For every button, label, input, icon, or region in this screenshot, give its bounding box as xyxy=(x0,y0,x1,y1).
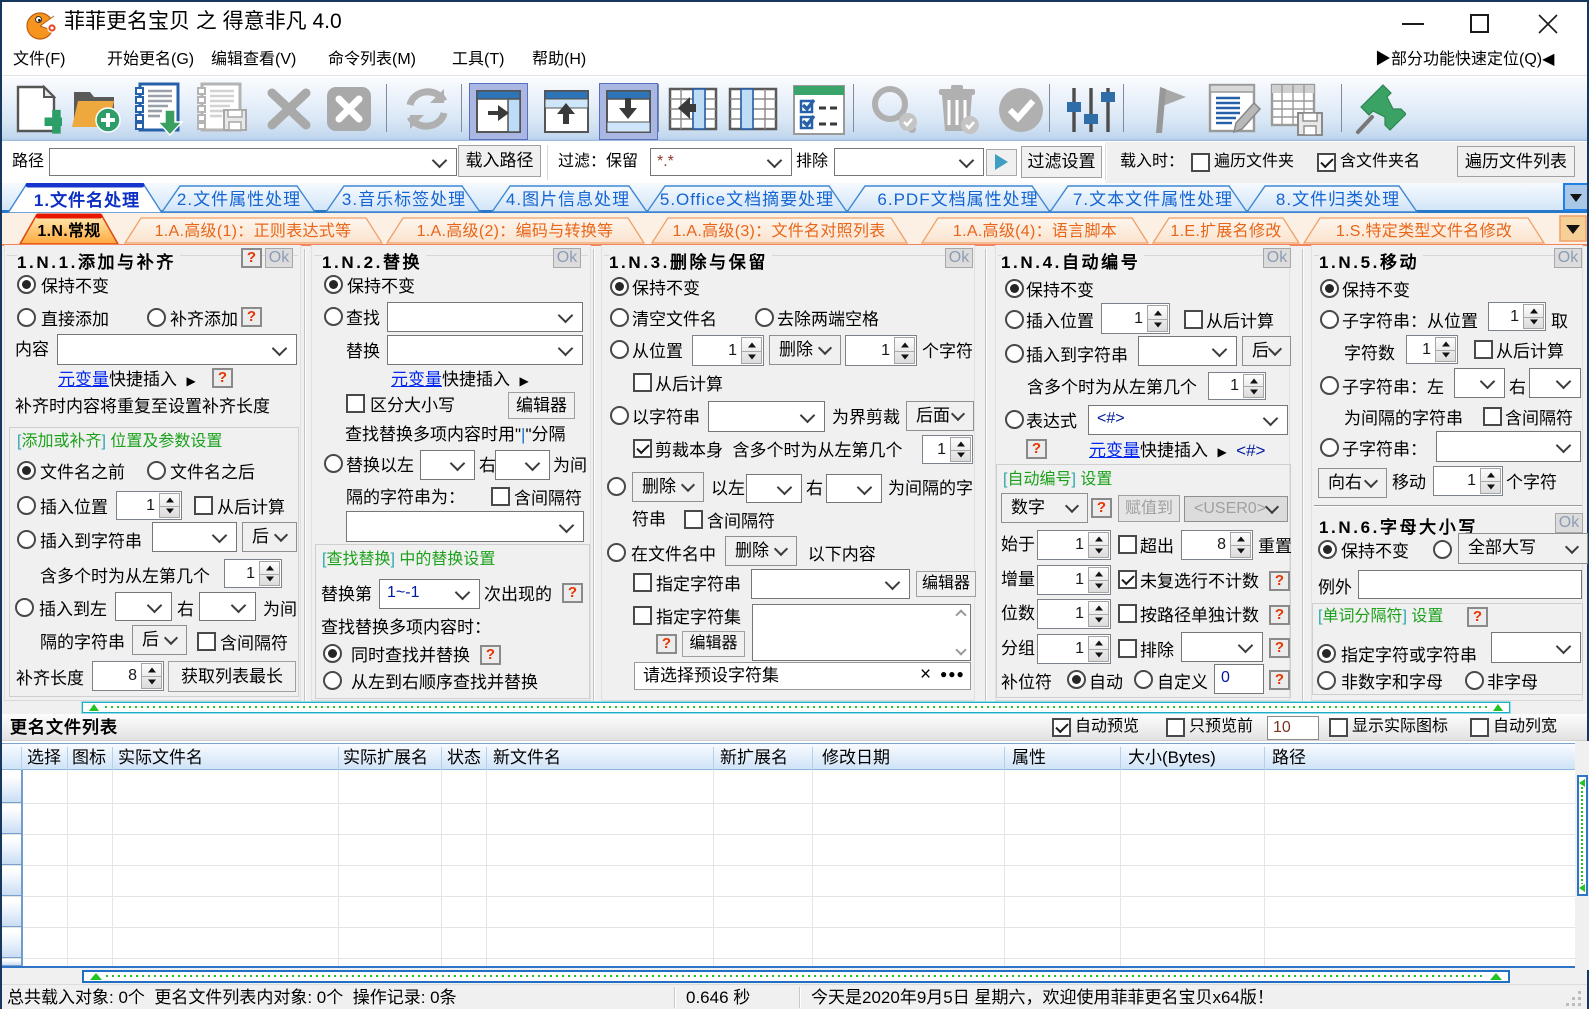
svg-text:1.A.高级(2)：编码与转换等: 1.A.高级(2)：编码与转换等 xyxy=(417,222,614,240)
svg-text:3.音乐标签处理: 3.音乐标签处理 xyxy=(342,190,466,209)
svg-text:1.文件名处理: 1.文件名处理 xyxy=(34,190,140,210)
svg-text:2.文件属性处理: 2.文件属性处理 xyxy=(177,190,301,209)
svg-text:7.文本文件属性处理: 7.文本文件属性处理 xyxy=(1073,190,1233,209)
svg-text:5.Office文档摘要处理: 5.Office文档摘要处理 xyxy=(660,190,834,209)
svg-text:6.PDF文档属性处理: 6.PDF文档属性处理 xyxy=(877,190,1038,209)
svg-text:8.文件归类处理: 8.文件归类处理 xyxy=(1276,190,1400,209)
svg-text:1.A.高级(4)：语言脚本: 1.A.高级(4)：语言脚本 xyxy=(953,222,1117,240)
svg-text:1.A.高级(3)：文件名对照列表: 1.A.高级(3)：文件名对照列表 xyxy=(672,222,885,240)
svg-text:4.图片信息处理: 4.图片信息处理 xyxy=(506,190,630,209)
svg-text:1.S.特定类型文件名修改: 1.S.特定类型文件名修改 xyxy=(1336,222,1512,240)
svg-text:1.N.常规: 1.N.常规 xyxy=(37,221,100,240)
svg-text:1.A.高级(1)：正则表达式等: 1.A.高级(1)：正则表达式等 xyxy=(155,222,352,240)
svg-text:1.E.扩展名修改: 1.E.扩展名修改 xyxy=(1170,222,1281,240)
